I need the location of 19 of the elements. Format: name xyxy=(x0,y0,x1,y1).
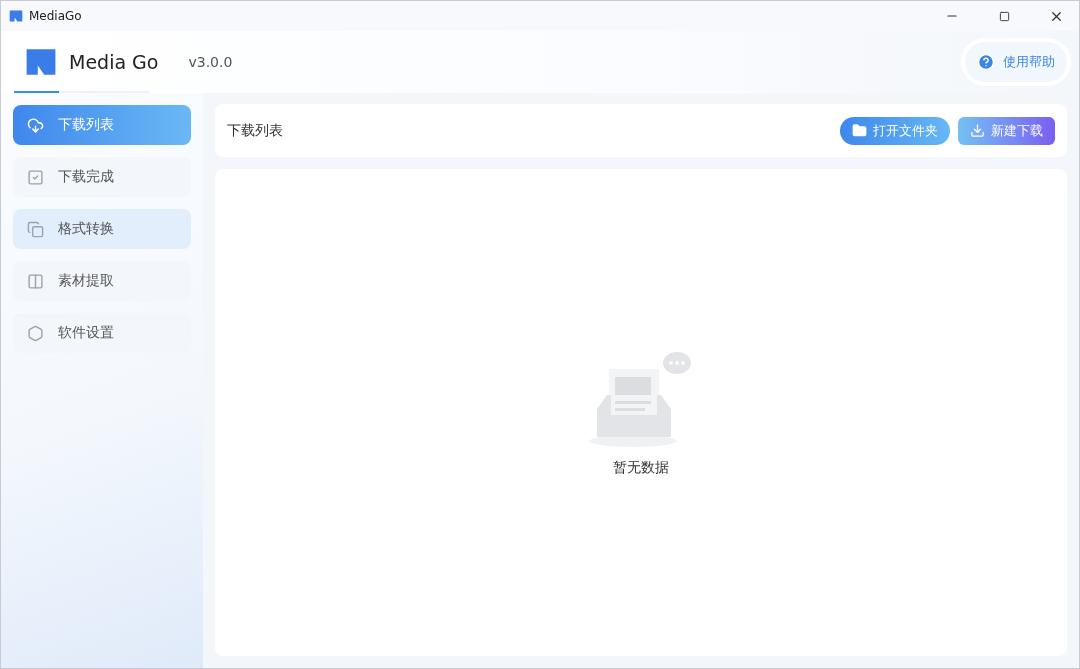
done-icon xyxy=(27,168,44,186)
download-icon xyxy=(27,116,44,134)
sidebar-item[interactable]: 格式转换 xyxy=(13,209,191,249)
convert-icon xyxy=(27,220,44,238)
version-label: v3.0.0 xyxy=(188,54,234,70)
app-logo-icon xyxy=(25,46,57,78)
empty-message: 暂无数据 xyxy=(613,458,669,477)
maximize-icon xyxy=(998,10,1010,22)
app-name: Media Go xyxy=(69,51,159,73)
extract-icon xyxy=(27,272,44,290)
sidebar-item[interactable]: 下载完成 xyxy=(13,157,191,197)
folder-icon xyxy=(852,123,867,138)
new-download-button[interactable]: 新建下载 xyxy=(958,116,1055,145)
settings-icon xyxy=(27,324,44,342)
page-title: 下载列表 xyxy=(227,121,284,140)
download-icon xyxy=(970,123,985,138)
window-title: MediaGo xyxy=(29,9,83,23)
help-icon xyxy=(977,53,995,71)
app-logo-icon xyxy=(9,9,23,23)
